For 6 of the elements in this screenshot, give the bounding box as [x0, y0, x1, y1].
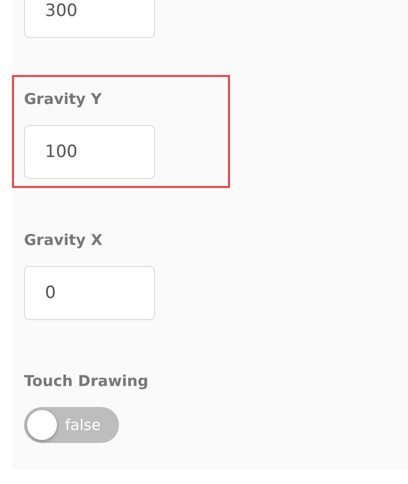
number-field[interactable]: 0: [24, 266, 155, 320]
field-label: Gravity X: [24, 230, 102, 250]
number-field[interactable]: 300: [24, 0, 155, 38]
field-label: Gravity Y: [24, 89, 102, 109]
field-label: Touch Drawing: [24, 371, 148, 391]
number-field[interactable]: 100: [24, 125, 155, 179]
